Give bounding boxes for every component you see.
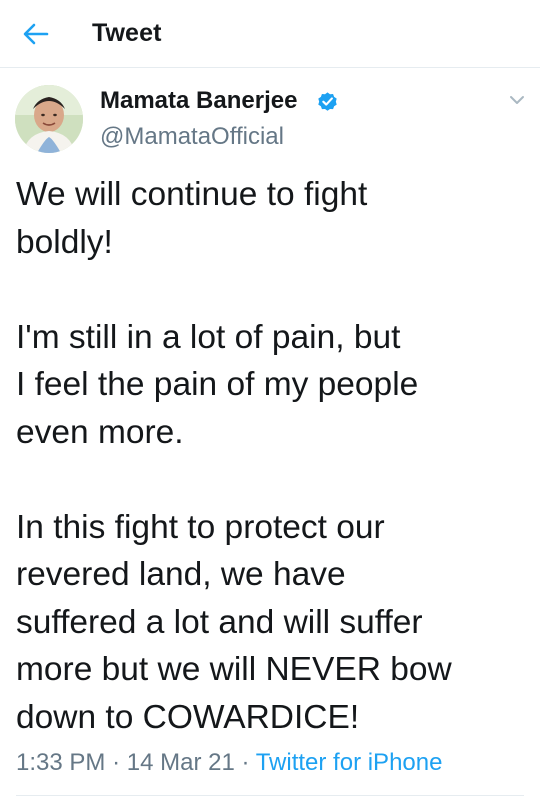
chevron-down-icon[interactable] [505, 91, 529, 109]
tweet-time: 1:33 PM [16, 749, 106, 776]
tweet-source-link[interactable]: Twitter for iPhone [256, 749, 443, 776]
back-button[interactable] [18, 18, 54, 50]
arrow-left-icon [23, 23, 49, 45]
tweet-date: 14 Mar 21 [126, 749, 235, 776]
meta-separator: · [241, 749, 250, 776]
author-handle[interactable]: @MamataOfficial [100, 123, 284, 151]
meta-separator: · [112, 749, 121, 776]
author-name[interactable]: Mamata Banerjee [100, 87, 297, 115]
top-bar: Tweet [0, 0, 540, 68]
tweet-metadata: 1:33 PM · 14 Mar 21 · Twitter for iPhone [16, 749, 442, 777]
tweet-paragraph: I'm still in a lot of pain, but I feel t… [16, 318, 419, 451]
tweet-detail: Mamata Banerjee @MamataOfficial We will … [0, 69, 540, 800]
tweet-paragraph: In this fight to protect our revered lan… [16, 508, 452, 736]
page-title: Tweet [92, 19, 162, 47]
tweet-paragraph: We will continue to fight boldly! [16, 176, 368, 261]
divider [16, 795, 524, 796]
verified-badge-icon [318, 92, 337, 111]
tweet-text: We will continue to fight boldly! I'm st… [16, 171, 526, 741]
avatar[interactable] [15, 85, 83, 153]
profile-photo-icon [15, 85, 83, 153]
